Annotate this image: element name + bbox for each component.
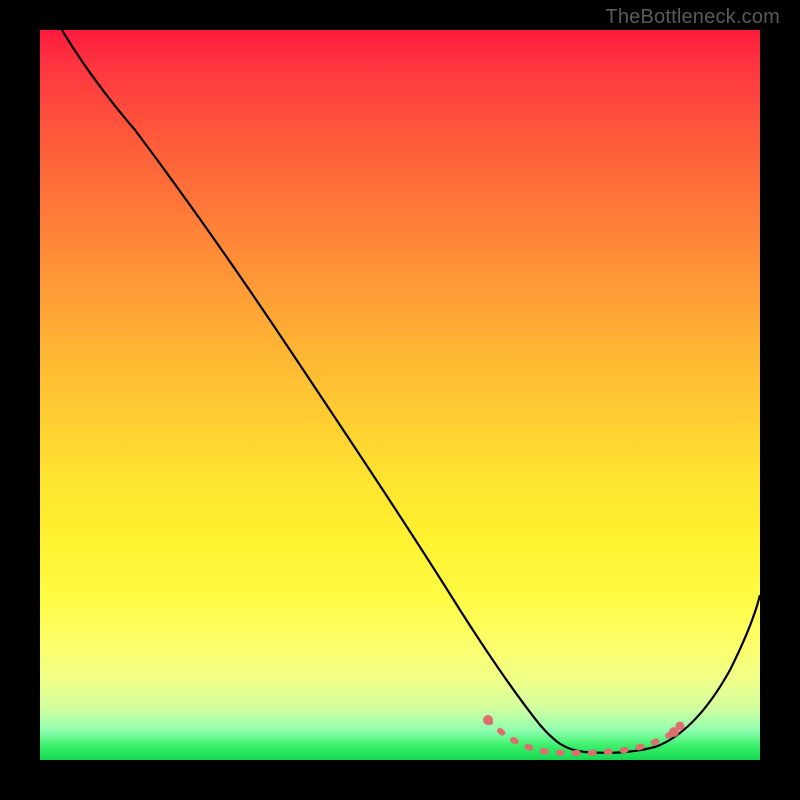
optimal-range-extra-dot [676, 722, 685, 731]
attribution-text: TheBottleneck.com [605, 6, 780, 29]
chart-svg [40, 30, 760, 760]
plot-area [40, 30, 760, 760]
bottleneck-curve [62, 30, 760, 753]
optimal-range-start-dot [483, 715, 493, 725]
